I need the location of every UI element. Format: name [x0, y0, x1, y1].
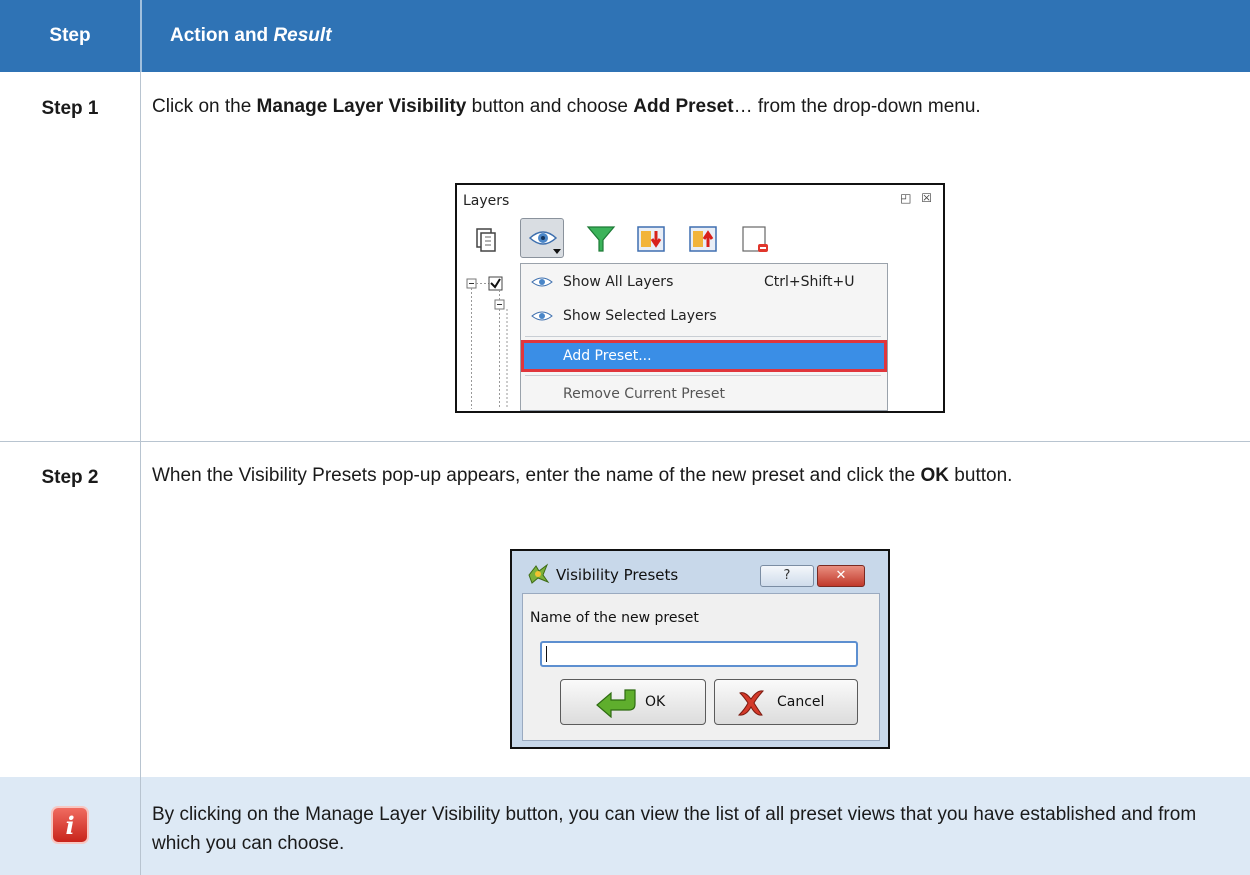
- column-divider: [140, 441, 141, 777]
- text-span: button and choose: [466, 96, 634, 117]
- ok-button-label: OK: [645, 694, 666, 710]
- text-span: When the Visibility Presets pop-up appea…: [152, 465, 921, 486]
- eye-icon: [528, 231, 558, 245]
- instruction-table: Step Action and Result Step 1 Click on t…: [0, 0, 1250, 875]
- visibility-presets-dialog-screenshot: Visibility Presets ? ✕ Name of the new p…: [510, 549, 890, 749]
- menu-separator: [525, 375, 881, 376]
- menu-item-label: Add Preset...: [563, 348, 652, 364]
- text-span: Click on the: [152, 96, 257, 117]
- preset-name-input[interactable]: [540, 641, 858, 667]
- note-text: By clicking on the Manage Layer Visibili…: [152, 804, 1197, 854]
- header-action-italic: Result: [273, 25, 332, 46]
- text-cursor: [546, 646, 547, 662]
- manage-layer-visibility-button[interactable]: [520, 218, 564, 258]
- layer-tree: [466, 276, 508, 409]
- panel-window-controls[interactable]: ◰ ☒: [900, 191, 935, 205]
- cancel-button[interactable]: Cancel: [714, 679, 858, 725]
- menu-item-remove-current-preset[interactable]: Remove Current Preset: [521, 378, 887, 410]
- layers-panel-title: Layers: [463, 193, 510, 209]
- menu-item-add-preset[interactable]: Add Preset...: [521, 340, 887, 372]
- info-glyph: i: [65, 811, 75, 840]
- menu-item-show-all-layers[interactable]: Show All Layers Ctrl+Shift+U: [521, 266, 887, 298]
- chevron-down-icon: [553, 249, 561, 254]
- filter-legend-icon[interactable]: [585, 223, 617, 255]
- preset-name-label: Name of the new preset: [530, 610, 699, 626]
- cancel-button-label: Cancel: [777, 694, 825, 710]
- expand-all-icon[interactable]: [635, 223, 667, 255]
- step-label: Step 2: [41, 467, 99, 488]
- column-divider: [140, 72, 141, 441]
- menu-item-label: Show All Layers: [563, 274, 674, 290]
- info-icon: i: [53, 808, 87, 842]
- text-span: button.: [949, 465, 1013, 486]
- ok-button[interactable]: OK: [560, 679, 706, 725]
- menu-item-shortcut: Ctrl+Shift+U: [764, 274, 855, 290]
- visibility-dropdown-menu: Show All Layers Ctrl+Shift+U Show Select…: [520, 263, 888, 411]
- bold-span: Manage Layer Visibility: [256, 96, 467, 117]
- header-divider: [140, 0, 142, 72]
- bold-span: OK: [920, 465, 950, 486]
- step-instruction: When the Visibility Presets pop-up appea…: [152, 461, 1237, 490]
- header-step: Step: [49, 25, 91, 46]
- header-action: Action and Result: [170, 0, 332, 72]
- table-header-row: Step Action and Result: [0, 0, 1250, 72]
- qgis-logo-icon: [528, 563, 550, 584]
- green-arrow-icon: [596, 689, 636, 718]
- layers-panel-screenshot: Layers ◰ ☒ Show All Layers Ctrl+Shift+U …: [455, 183, 945, 413]
- red-x-icon: [737, 690, 764, 716]
- close-button[interactable]: ✕: [817, 565, 865, 587]
- step-label: Step 1: [41, 98, 99, 119]
- bold-span: Add Preset: [633, 96, 734, 117]
- step-instruction: Click on the Manage Layer Visibility but…: [152, 92, 1237, 121]
- text-span: … from the drop-down menu.: [733, 96, 981, 117]
- menu-item-show-selected-layers[interactable]: Show Selected Layers: [521, 300, 887, 332]
- menu-item-label: Show Selected Layers: [563, 308, 717, 324]
- collapse-all-icon[interactable]: [687, 223, 719, 255]
- header-action-prefix: Action and: [170, 25, 274, 46]
- remove-layer-icon[interactable]: [739, 223, 771, 255]
- menu-item-label: Remove Current Preset: [563, 386, 725, 402]
- help-button[interactable]: ?: [760, 565, 814, 587]
- column-divider: [140, 777, 141, 875]
- eye-icon: [531, 311, 553, 321]
- menu-separator: [525, 336, 881, 337]
- eye-icon: [531, 277, 553, 287]
- dialog-title: Visibility Presets: [556, 566, 679, 584]
- copy-layers-icon[interactable]: [469, 223, 501, 255]
